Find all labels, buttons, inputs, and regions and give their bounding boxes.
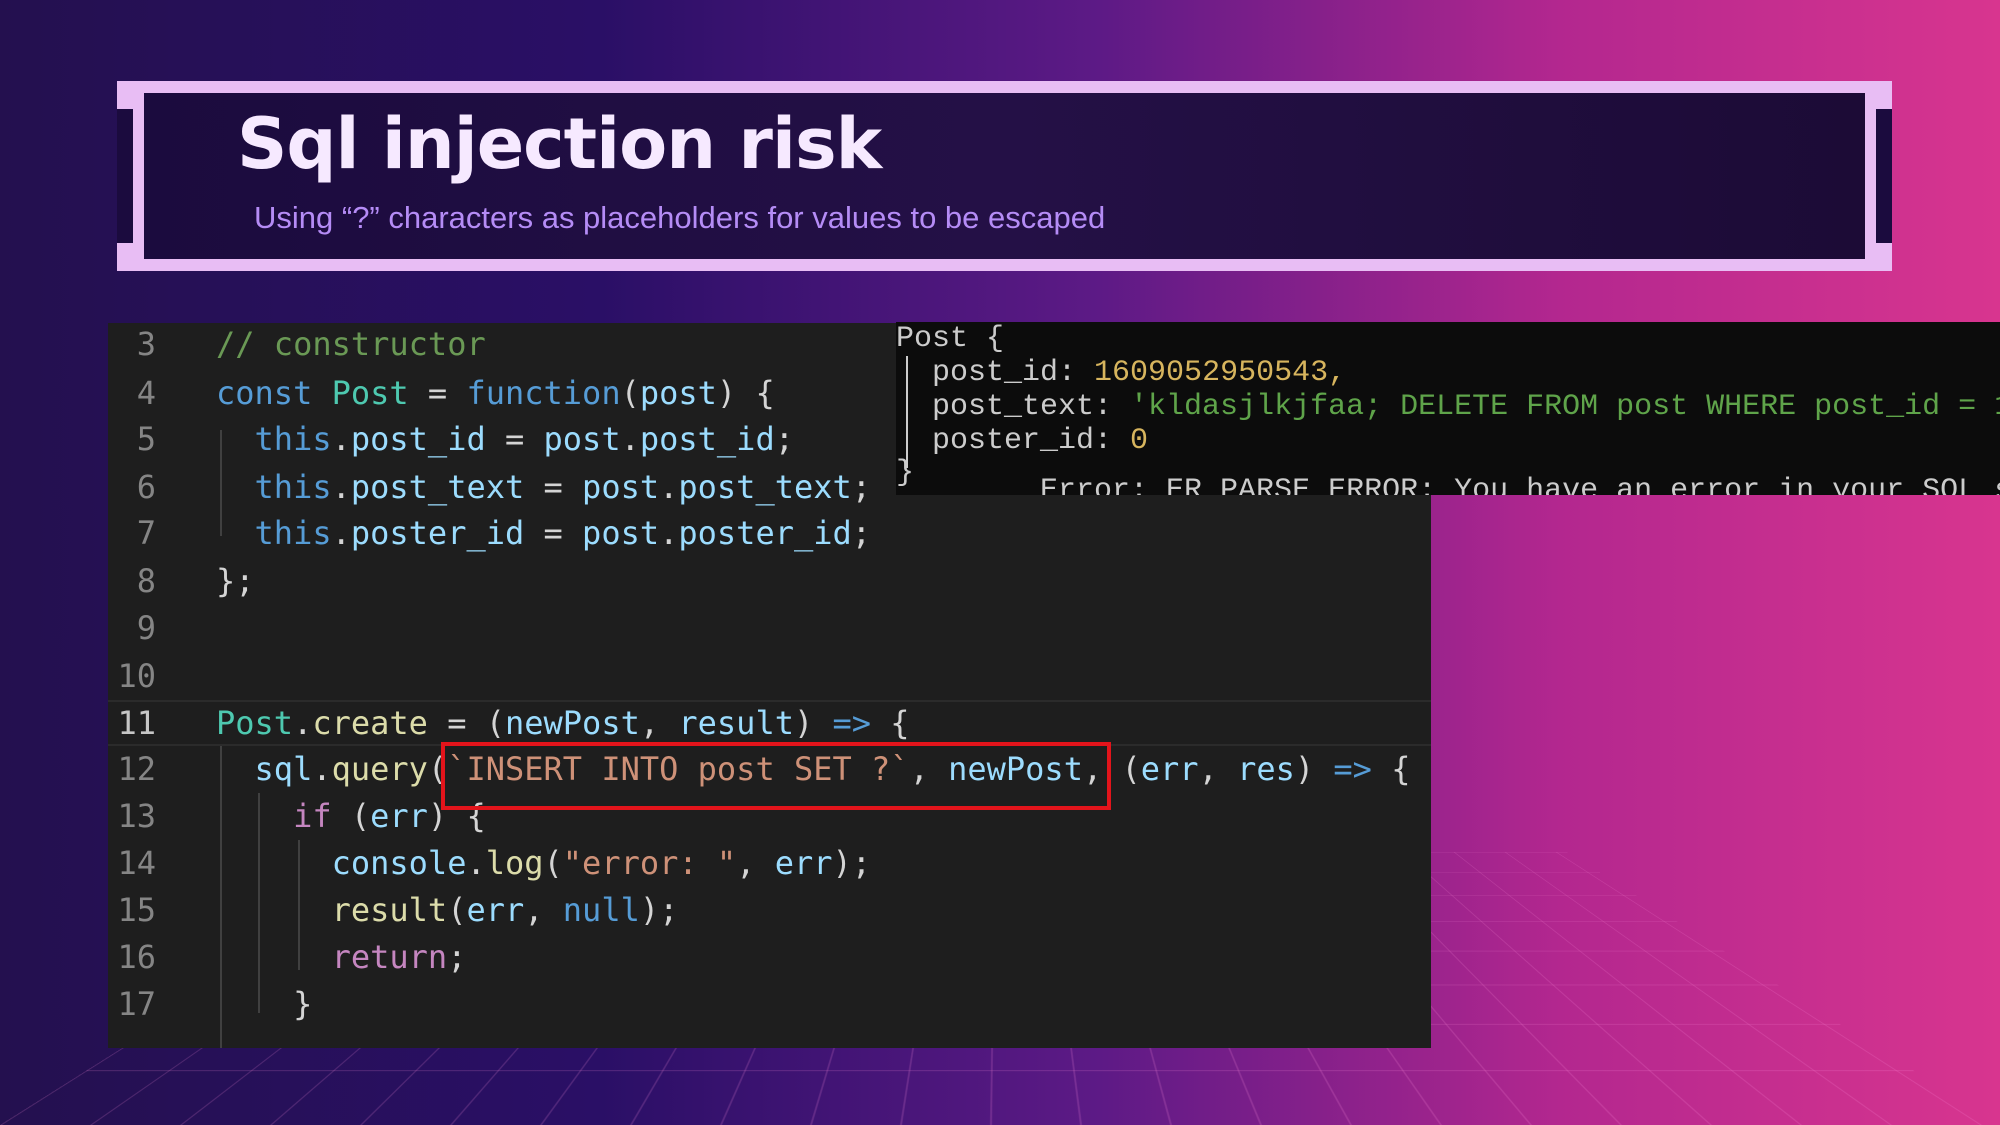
console-key-post-text: post_text:: [896, 390, 1131, 424]
line-number: 16: [117, 938, 156, 976]
console-line-post-id: post_id: 1609052950543,: [896, 356, 1346, 390]
line-number: 13: [117, 797, 156, 835]
code-line-17: }: [216, 985, 313, 1023]
console-value-post-id: 1609052950543,: [1094, 356, 1347, 390]
line-number: 10: [117, 657, 156, 695]
title-banner: Sql injection risk Using “?” characters …: [117, 81, 1892, 271]
code-line-8: };: [216, 562, 255, 600]
console-line-error-cut: Error: ER_PARSE_ERROR: You have an error…: [896, 474, 2000, 495]
code-line-5: this.post_id = post.post_id;: [254, 420, 794, 458]
console-line-poster-id: poster_id: 0: [896, 424, 1148, 458]
slide-subtitle: Using “?” characters as placeholders for…: [254, 200, 1106, 235]
line-number-active: 11: [117, 704, 156, 742]
line-number: 9: [136, 609, 156, 647]
slide-title: Sql injection risk: [237, 103, 882, 185]
code-line-4: const Post = function(post) {: [216, 374, 775, 412]
sql-query-highlight-box: [441, 742, 1111, 810]
line-number: 14: [117, 844, 156, 882]
code-line-7: this.poster_id = post.poster_id;: [254, 514, 872, 552]
console-key-post-id: post_id:: [896, 356, 1095, 390]
console-value-poster-id: 0: [1130, 424, 1149, 458]
console-output: Post { post_id: 1609052950543, post_text…: [896, 322, 2000, 495]
line-number: 17: [117, 985, 156, 1023]
console-line-post-text: post_text: 'kldasjlkjfaa; DELETE FROM po…: [896, 390, 2000, 424]
line-number: 3: [136, 325, 156, 363]
code-line-3: // constructor: [216, 325, 486, 363]
line-number: 7: [136, 514, 156, 552]
line-number: 6: [136, 468, 156, 506]
code-line-11: Post.create = (newPost, result) => {: [216, 704, 910, 742]
code-line-14: console.log("error: ", err);: [331, 844, 872, 882]
console-value-post-text: 'kldasjlkjfaa; DELETE FROM post WHERE po…: [1130, 390, 2000, 424]
console-line-object-open: Post {: [896, 322, 1005, 356]
console-key-poster-id: poster_id:: [896, 424, 1131, 458]
code-line-16: return;: [331, 938, 467, 976]
code-line-6: this.post_text = post.post_text;: [254, 468, 872, 506]
line-number: 4: [136, 374, 156, 412]
line-number: 8: [136, 562, 156, 600]
code-line-15: result(err, null);: [331, 891, 679, 929]
line-number: 12: [117, 750, 156, 788]
title-banner-inner: Sql injection risk Using “?” characters …: [117, 93, 1892, 259]
line-number: 5: [136, 420, 156, 458]
line-number: 15: [117, 891, 156, 929]
